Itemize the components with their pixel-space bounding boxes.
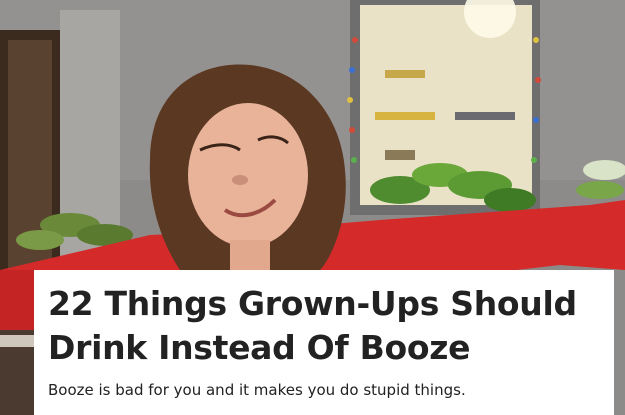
article-title[interactable]: 22 Things Grown-Ups Should Drink Instead… — [48, 282, 600, 370]
article-dek: Booze is bad for you and it makes you do… — [48, 381, 466, 399]
headline-card: 22 Things Grown-Ups Should Drink Instead… — [34, 270, 614, 415]
face — [188, 103, 308, 247]
